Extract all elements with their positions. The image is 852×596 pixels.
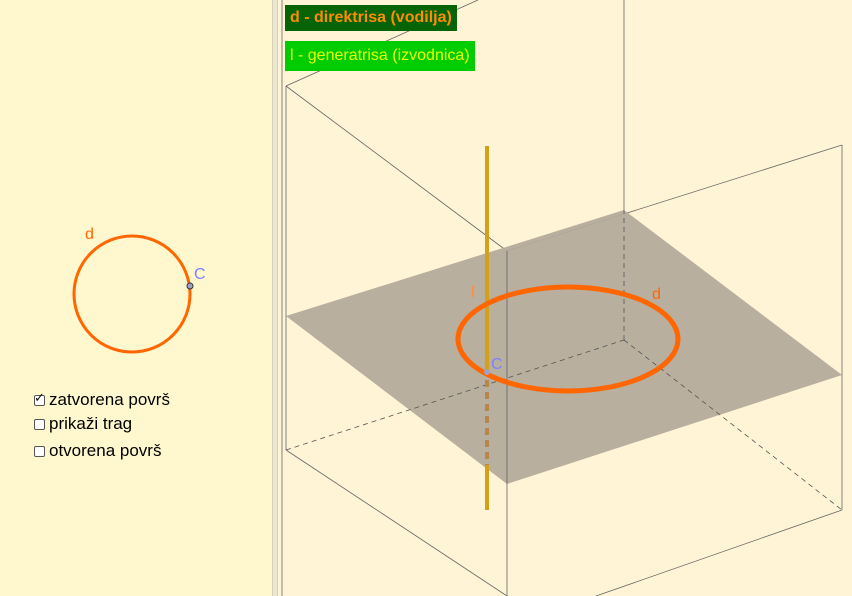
directrix-circle[interactable] (72, 234, 192, 354)
label-d: d (652, 286, 661, 303)
circle-label-d: d (85, 226, 94, 243)
legend-generatrix: l - generatrisa (izvodnica) (285, 41, 475, 71)
checkbox-unchecked-icon[interactable] (34, 418, 45, 430)
checkbox-checked-icon[interactable]: ✓ (34, 391, 45, 406)
label-c: C (491, 356, 503, 373)
label-l: l (471, 284, 475, 301)
3d-scene: l d C (281, 0, 843, 596)
base-plane[interactable] (286, 210, 842, 484)
legend-directrix: d - direktrisa (vodilja) (285, 5, 457, 31)
checkbox-unchecked-icon[interactable] (34, 445, 45, 457)
algebra-panel: d C ✓ zatvorena površ prikaži trag otvor… (0, 0, 272, 596)
checkbox-label: zatvorena površ (49, 390, 170, 409)
checkbox-otvorena-povrs[interactable]: otvorena površ (34, 441, 161, 461)
checkbox-zatvorena-povrs[interactable]: ✓ zatvorena površ (34, 390, 170, 410)
checkbox-prikazi-trag[interactable]: prikaži trag (34, 414, 132, 434)
point-label-c: C (194, 266, 206, 283)
point-c-3d[interactable] (484, 369, 490, 375)
2d-view: d C (72, 226, 206, 354)
3d-graphics-view[interactable]: l d C (278, 0, 852, 596)
point-c[interactable] (186, 282, 194, 290)
checkbox-label: prikaži trag (49, 414, 133, 433)
checkbox-label: otvorena površ (49, 441, 162, 460)
